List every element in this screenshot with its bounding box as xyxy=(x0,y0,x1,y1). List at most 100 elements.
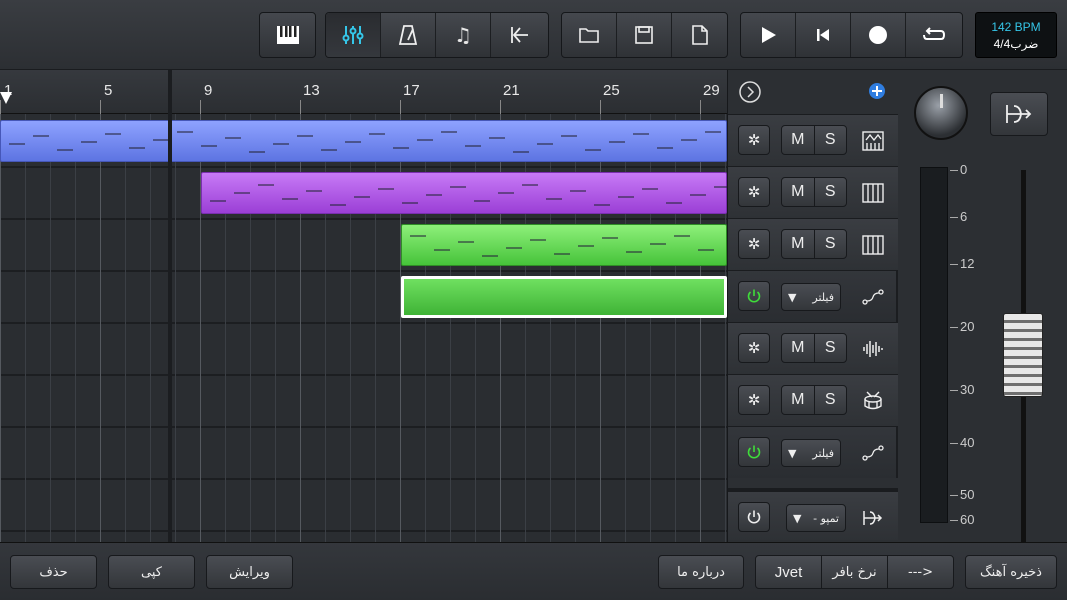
buffer-rate-button[interactable]: نرخ بافر xyxy=(822,556,888,588)
filter-label: فیلتر xyxy=(812,290,834,304)
rewind-button[interactable] xyxy=(796,13,851,57)
bar-label: 13 xyxy=(303,82,320,99)
go-start-button[interactable] xyxy=(491,13,546,57)
route-icon[interactable] xyxy=(861,506,885,530)
notes-button[interactable]: ♫ xyxy=(436,13,491,57)
automation-curve-icon[interactable] xyxy=(861,285,885,309)
play-button[interactable] xyxy=(741,13,796,57)
master-pan-knob[interactable] xyxy=(914,86,968,140)
tempo-display[interactable]: 142 BPM 4/4ضرب xyxy=(975,12,1057,58)
add-track-icon[interactable] xyxy=(868,82,886,100)
gear-icon: ✲ xyxy=(747,235,761,253)
db-tick xyxy=(950,443,958,444)
mute-button[interactable]: M xyxy=(782,334,815,362)
arrangement-view[interactable]: 1 5 9 13 17 21 25 29 xyxy=(0,70,727,542)
keyboard-icon[interactable] xyxy=(861,181,885,205)
filter-dropdown[interactable]: ▼ فیلتر xyxy=(781,439,841,467)
track-lanes[interactable] xyxy=(0,114,727,542)
midi-note xyxy=(714,186,727,188)
solo-button[interactable]: S xyxy=(815,386,847,414)
mute-button[interactable]: M xyxy=(782,126,815,154)
db-tick xyxy=(950,327,958,328)
master-power-button[interactable] xyxy=(738,502,770,532)
midi-note xyxy=(153,139,169,141)
midi-clip[interactable] xyxy=(201,172,727,214)
power-button[interactable] xyxy=(738,437,770,467)
automation-clip[interactable] xyxy=(401,276,727,318)
loop-button[interactable] xyxy=(906,13,961,57)
save-button[interactable] xyxy=(617,13,672,57)
power-button[interactable] xyxy=(738,281,770,311)
grid-line xyxy=(75,114,76,542)
filter-dropdown[interactable]: ▼ فیلتر xyxy=(781,283,841,311)
midi-note xyxy=(33,135,49,137)
master-row: ▼ - تمپو xyxy=(728,488,899,540)
track-settings-button[interactable]: ✲ xyxy=(738,125,770,155)
track-settings-button[interactable]: ✲ xyxy=(738,333,770,363)
lane-divider xyxy=(0,218,727,220)
sliders-icon xyxy=(342,26,364,44)
output-route-button[interactable] xyxy=(990,92,1048,136)
copy-button[interactable]: کپی xyxy=(108,555,195,589)
midi-note xyxy=(249,151,265,153)
db-label: 60 xyxy=(960,512,975,527)
automation-curve-icon[interactable] xyxy=(861,441,885,465)
mute-solo: MS xyxy=(781,385,847,415)
master-volume-fader[interactable] xyxy=(1003,313,1043,397)
record-button[interactable] xyxy=(851,13,906,57)
midi-clip[interactable] xyxy=(0,120,727,162)
expand-icon[interactable] xyxy=(738,80,762,104)
about-button[interactable]: درباره ما xyxy=(658,555,744,589)
tempo-label: - تمپو xyxy=(813,511,839,525)
automation-row: ▼ فیلتر xyxy=(728,426,899,478)
open-button[interactable] xyxy=(562,13,617,57)
automation-row: ▼ فیلتر xyxy=(728,270,899,322)
metronome-button[interactable] xyxy=(381,13,436,57)
dropdown-arrow-icon: ▼ xyxy=(788,446,797,460)
file-group xyxy=(561,12,728,58)
gear-icon: ✲ xyxy=(747,391,761,409)
solo-button[interactable]: S xyxy=(815,178,847,206)
db-label: 12 xyxy=(960,256,975,271)
midi-note xyxy=(105,133,121,135)
solo-button[interactable]: S xyxy=(815,334,847,362)
solo-button[interactable]: S xyxy=(815,230,847,258)
edit-button[interactable]: ویرایش xyxy=(206,555,293,589)
waveform-icon[interactable] xyxy=(861,337,885,361)
grid-line xyxy=(100,114,101,542)
mute-button[interactable]: M xyxy=(782,178,815,206)
mute-button[interactable]: M xyxy=(782,386,815,414)
track-settings-button[interactable]: ✲ xyxy=(738,385,770,415)
play-icon xyxy=(762,27,776,43)
midi-clip[interactable] xyxy=(401,224,727,266)
mixer-button[interactable] xyxy=(326,13,381,57)
new-file-button[interactable] xyxy=(672,13,727,57)
piano-group xyxy=(259,12,316,58)
tempo-dropdown[interactable]: ▼ - تمپو xyxy=(786,504,846,532)
synth-icon[interactable] xyxy=(861,129,885,153)
dropdown-arrow-icon: ▼ xyxy=(788,290,797,304)
db-label: 6 xyxy=(960,209,968,224)
ruler-tick xyxy=(500,100,501,114)
midi-note xyxy=(177,131,193,133)
midi-note xyxy=(369,133,385,135)
track-settings-button[interactable]: ✲ xyxy=(738,229,770,259)
playhead-marker[interactable] xyxy=(0,92,12,104)
save-song-button[interactable]: ذخیره آهنگ xyxy=(965,555,1057,589)
lane-divider xyxy=(0,322,727,324)
midi-note xyxy=(522,184,538,186)
track-settings-button[interactable]: ✲ xyxy=(738,177,770,207)
timeline-ruler[interactable]: 1 5 9 13 17 21 25 29 xyxy=(0,70,727,114)
jvet-button[interactable]: Jvet xyxy=(756,556,822,588)
next-button[interactable]: ---> xyxy=(888,556,953,588)
mute-solo: MS xyxy=(781,125,847,155)
ruler-tick xyxy=(200,100,201,114)
solo-button[interactable]: S xyxy=(815,126,847,154)
tools-group: ♫ xyxy=(325,12,549,58)
mute-button[interactable]: M xyxy=(782,230,815,258)
piano-button[interactable] xyxy=(260,13,315,57)
drum-icon[interactable] xyxy=(861,389,885,413)
delete-button[interactable]: حذف xyxy=(10,555,97,589)
keyboard-icon[interactable] xyxy=(861,233,885,257)
loop-end-marker[interactable] xyxy=(168,70,172,542)
